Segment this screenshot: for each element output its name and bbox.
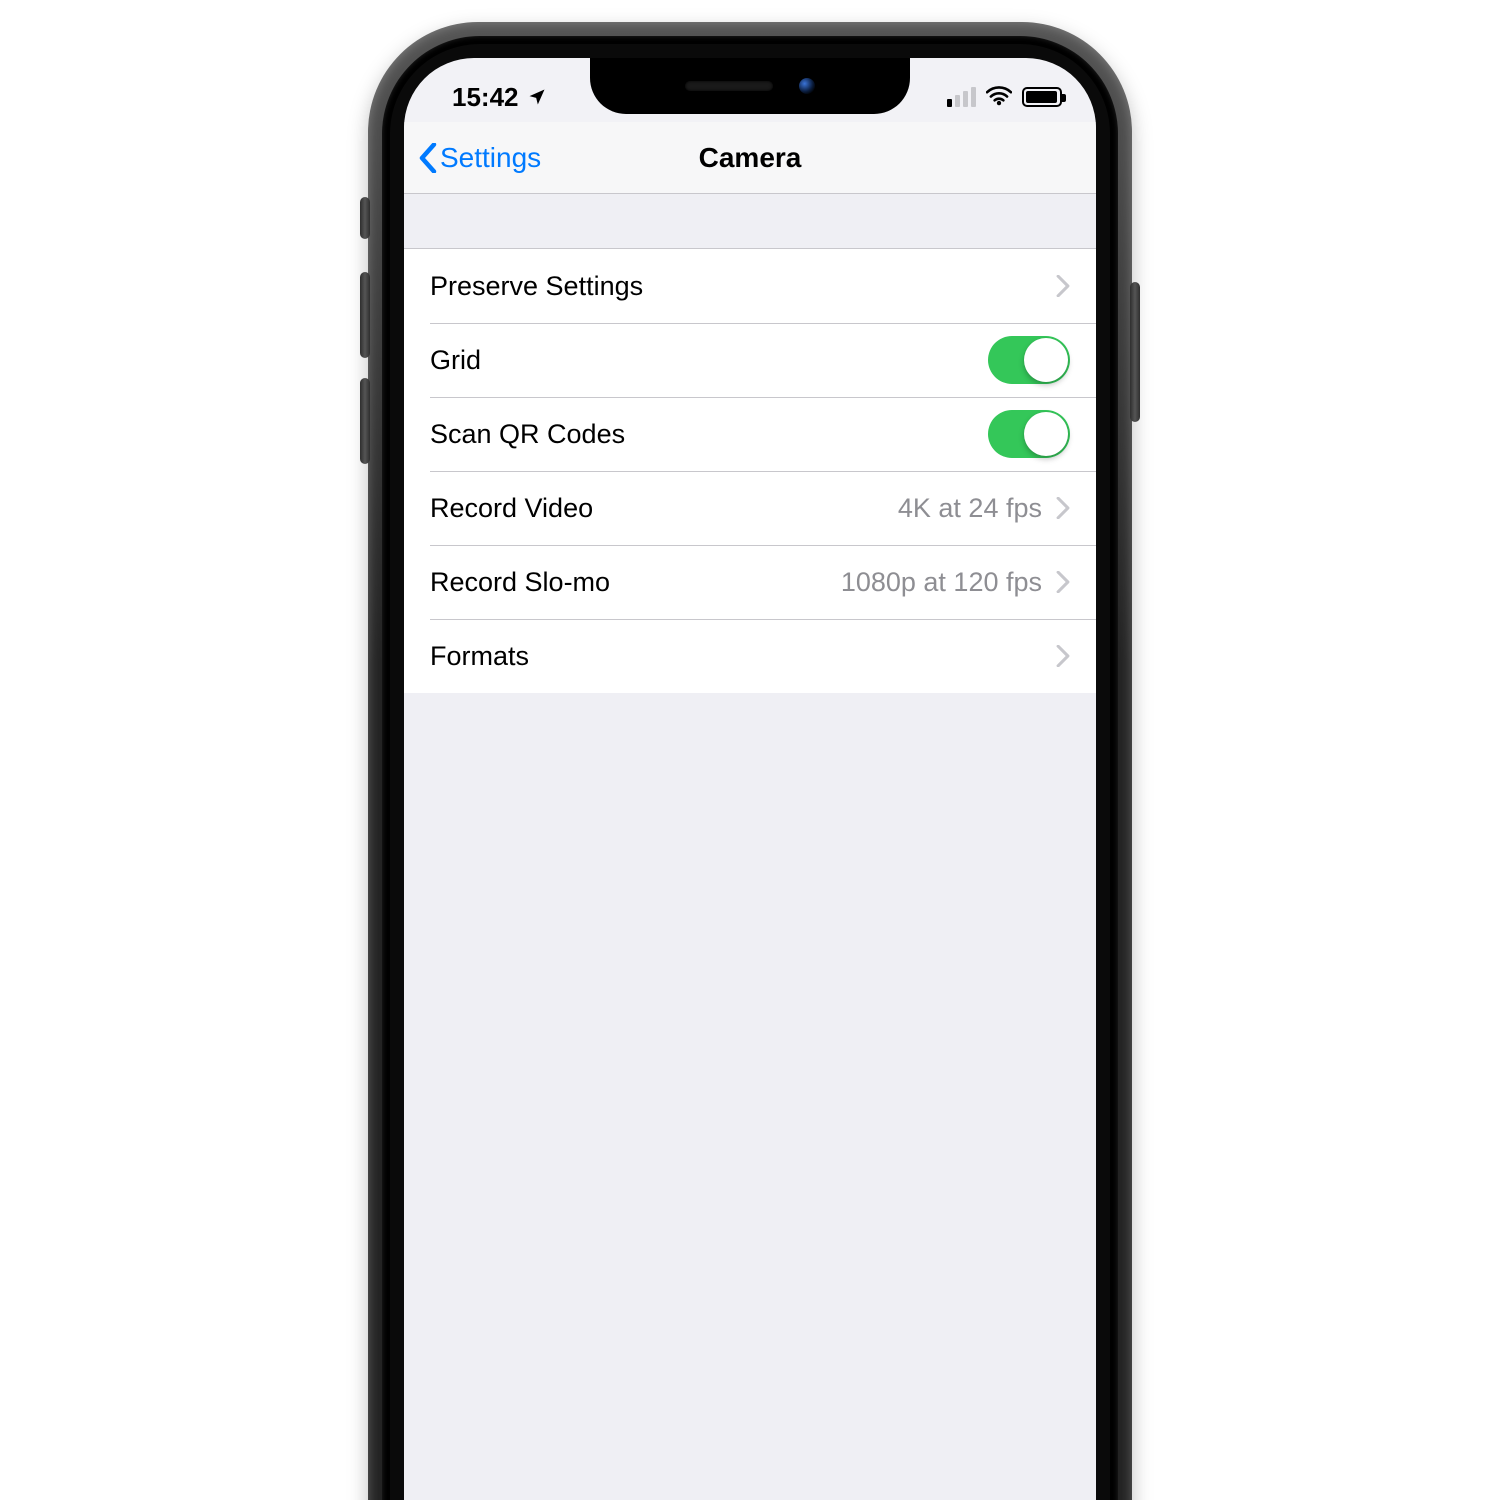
speaker-grille <box>685 81 773 91</box>
settings-list: Preserve Settings Grid Scan QR Codes Record… <box>404 248 1096 693</box>
status-time: 15:42 <box>452 82 519 113</box>
phone-frame: 15:42 <box>368 22 1132 1500</box>
chevron-right-icon <box>1056 571 1070 593</box>
settings-row-record-slo-mo[interactable]: Record Slo-mo1080p at 120 fps <box>404 545 1096 619</box>
settings-row-grid[interactable]: Grid <box>404 323 1096 397</box>
section-spacer <box>404 194 1096 248</box>
row-detail: 4K at 24 fps <box>898 493 1042 524</box>
settings-row-scan-qr-codes[interactable]: Scan QR Codes <box>404 397 1096 471</box>
chevron-left-icon <box>418 143 438 173</box>
row-label: Grid <box>430 345 988 376</box>
screen: 15:42 <box>404 58 1096 1500</box>
settings-row-formats[interactable]: Formats <box>404 619 1096 693</box>
location-arrow-icon <box>527 87 547 107</box>
volume-up-button <box>360 272 370 358</box>
back-label: Settings <box>440 142 541 174</box>
row-label: Scan QR Codes <box>430 419 988 450</box>
chevron-right-icon <box>1056 275 1070 297</box>
toggle-scan-qr-codes[interactable] <box>988 410 1070 458</box>
notch <box>590 58 910 114</box>
settings-row-record-video[interactable]: Record Video4K at 24 fps <box>404 471 1096 545</box>
volume-down-button <box>360 378 370 464</box>
power-button <box>1130 282 1140 422</box>
row-label: Preserve Settings <box>430 271 1056 302</box>
row-label: Record Slo-mo <box>430 567 841 598</box>
back-button[interactable]: Settings <box>418 142 541 174</box>
settings-row-preserve-settings[interactable]: Preserve Settings <box>404 249 1096 323</box>
toggle-grid[interactable] <box>988 336 1070 384</box>
cellular-signal-icon <box>947 87 976 107</box>
row-label: Formats <box>430 641 1056 672</box>
mute-switch <box>360 197 370 239</box>
battery-icon <box>1022 87 1062 107</box>
row-detail: 1080p at 120 fps <box>841 567 1042 598</box>
row-label: Record Video <box>430 493 898 524</box>
wifi-icon <box>986 82 1012 113</box>
page-title: Camera <box>699 142 802 174</box>
settings-content: Preserve Settings Grid Scan QR Codes Record… <box>404 194 1096 1500</box>
nav-bar: Settings Camera <box>404 122 1096 194</box>
front-camera <box>799 78 815 94</box>
chevron-right-icon <box>1056 645 1070 667</box>
chevron-right-icon <box>1056 497 1070 519</box>
